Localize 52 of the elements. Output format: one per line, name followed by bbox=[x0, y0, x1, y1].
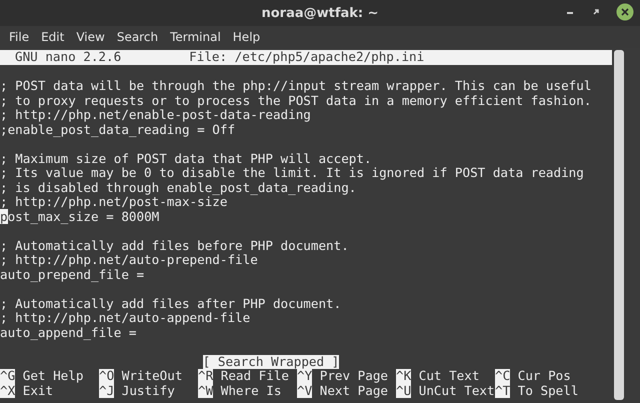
file-name: File: /etc/php5/apache2/php.ini bbox=[189, 50, 424, 64]
shortcut-label: Cur Pos bbox=[518, 369, 571, 384]
menu-item[interactable]: Help bbox=[226, 30, 266, 44]
shortcut-label: Justify bbox=[122, 384, 175, 398]
shortcut-key: ^W bbox=[198, 384, 214, 398]
menu-item[interactable]: Edit bbox=[35, 30, 70, 44]
code-line: auto_prepend_file = bbox=[0, 266, 144, 282]
code-line: ; http://php.net/auto-append-file bbox=[0, 310, 250, 325]
code-line: ; is disabled through enable_post_data_reading. bbox=[0, 180, 356, 194]
shortcut-label: Read File bbox=[220, 369, 290, 384]
menu-item[interactable]: View bbox=[70, 30, 111, 44]
shortcut-key: ^X bbox=[0, 384, 16, 398]
shortcut-label: Get Help bbox=[22, 369, 84, 384]
shortcut-key: ^C bbox=[495, 369, 510, 384]
shortcut-key: ^Y bbox=[297, 369, 312, 384]
shortcut-label: Next Page bbox=[320, 384, 388, 398]
shortcut-label: Exit bbox=[22, 384, 54, 398]
menu-item[interactable]: File bbox=[3, 30, 36, 44]
close-icon[interactable] bbox=[616, 3, 634, 21]
status-message: [ Search Wrapped ] bbox=[202, 354, 340, 369]
code-line: ; Its value may be 0 to disable the limit. It is ignored if POST data reading bbox=[0, 165, 584, 180]
shortcut-label: Where Is bbox=[220, 384, 282, 398]
shortcut-key: ^G bbox=[0, 369, 16, 384]
code-line: ; http://php.net/post-max-size bbox=[0, 194, 228, 209]
shortcut-key: ^J bbox=[99, 384, 114, 398]
code-line: ; http://php.net/auto-prepend-file bbox=[0, 252, 258, 267]
code-line: ;enable_post_data_reading = Off bbox=[0, 122, 236, 136]
scroll-bar[interactable] bbox=[614, 50, 624, 400]
shortcut-label: To Spell bbox=[518, 384, 578, 398]
code-line: ; Automatically add files before PHP document. bbox=[0, 238, 349, 252]
shortcut-label: WriteOut bbox=[122, 369, 182, 384]
code-line: auto_append_file = bbox=[0, 324, 136, 340]
shortcut-label: Prev Page bbox=[320, 369, 388, 384]
shortcut-key: ^T bbox=[495, 384, 510, 398]
code-line: ; Automatically add files after PHP document. bbox=[0, 296, 342, 310]
text-cursor: p bbox=[0, 208, 8, 224]
shortcut-key: ^K bbox=[396, 369, 412, 384]
code-line: ost_max_size = 8000M bbox=[8, 208, 160, 224]
window-title: noraa@wtfak: ~ bbox=[261, 6, 379, 20]
shortcut-key: ^R bbox=[198, 369, 214, 384]
shortcut-label: Cut Text bbox=[418, 369, 480, 384]
shortcut-label: UnCut Text bbox=[418, 384, 495, 398]
code-line: ; to proxy requests or to process the POST data in a memory efficient fashion. bbox=[0, 92, 592, 108]
shortcut-key: ^U bbox=[396, 384, 412, 398]
shortcut-key: ^O bbox=[99, 369, 114, 384]
code-line: ; Maximum size of POST data that PHP will accept. bbox=[0, 150, 372, 166]
code-line: ; http://php.net/enable-post-data-reading bbox=[0, 107, 311, 122]
shortcut-key: ^V bbox=[297, 384, 312, 398]
code-line: ; POST data will be through the php://input stream wrapper. This can be useful bbox=[0, 78, 592, 93]
menu-item[interactable]: Search bbox=[110, 30, 164, 44]
menu-item[interactable]: Terminal bbox=[164, 30, 227, 44]
nano-version: GNU nano 2.2.6 bbox=[15, 50, 122, 64]
